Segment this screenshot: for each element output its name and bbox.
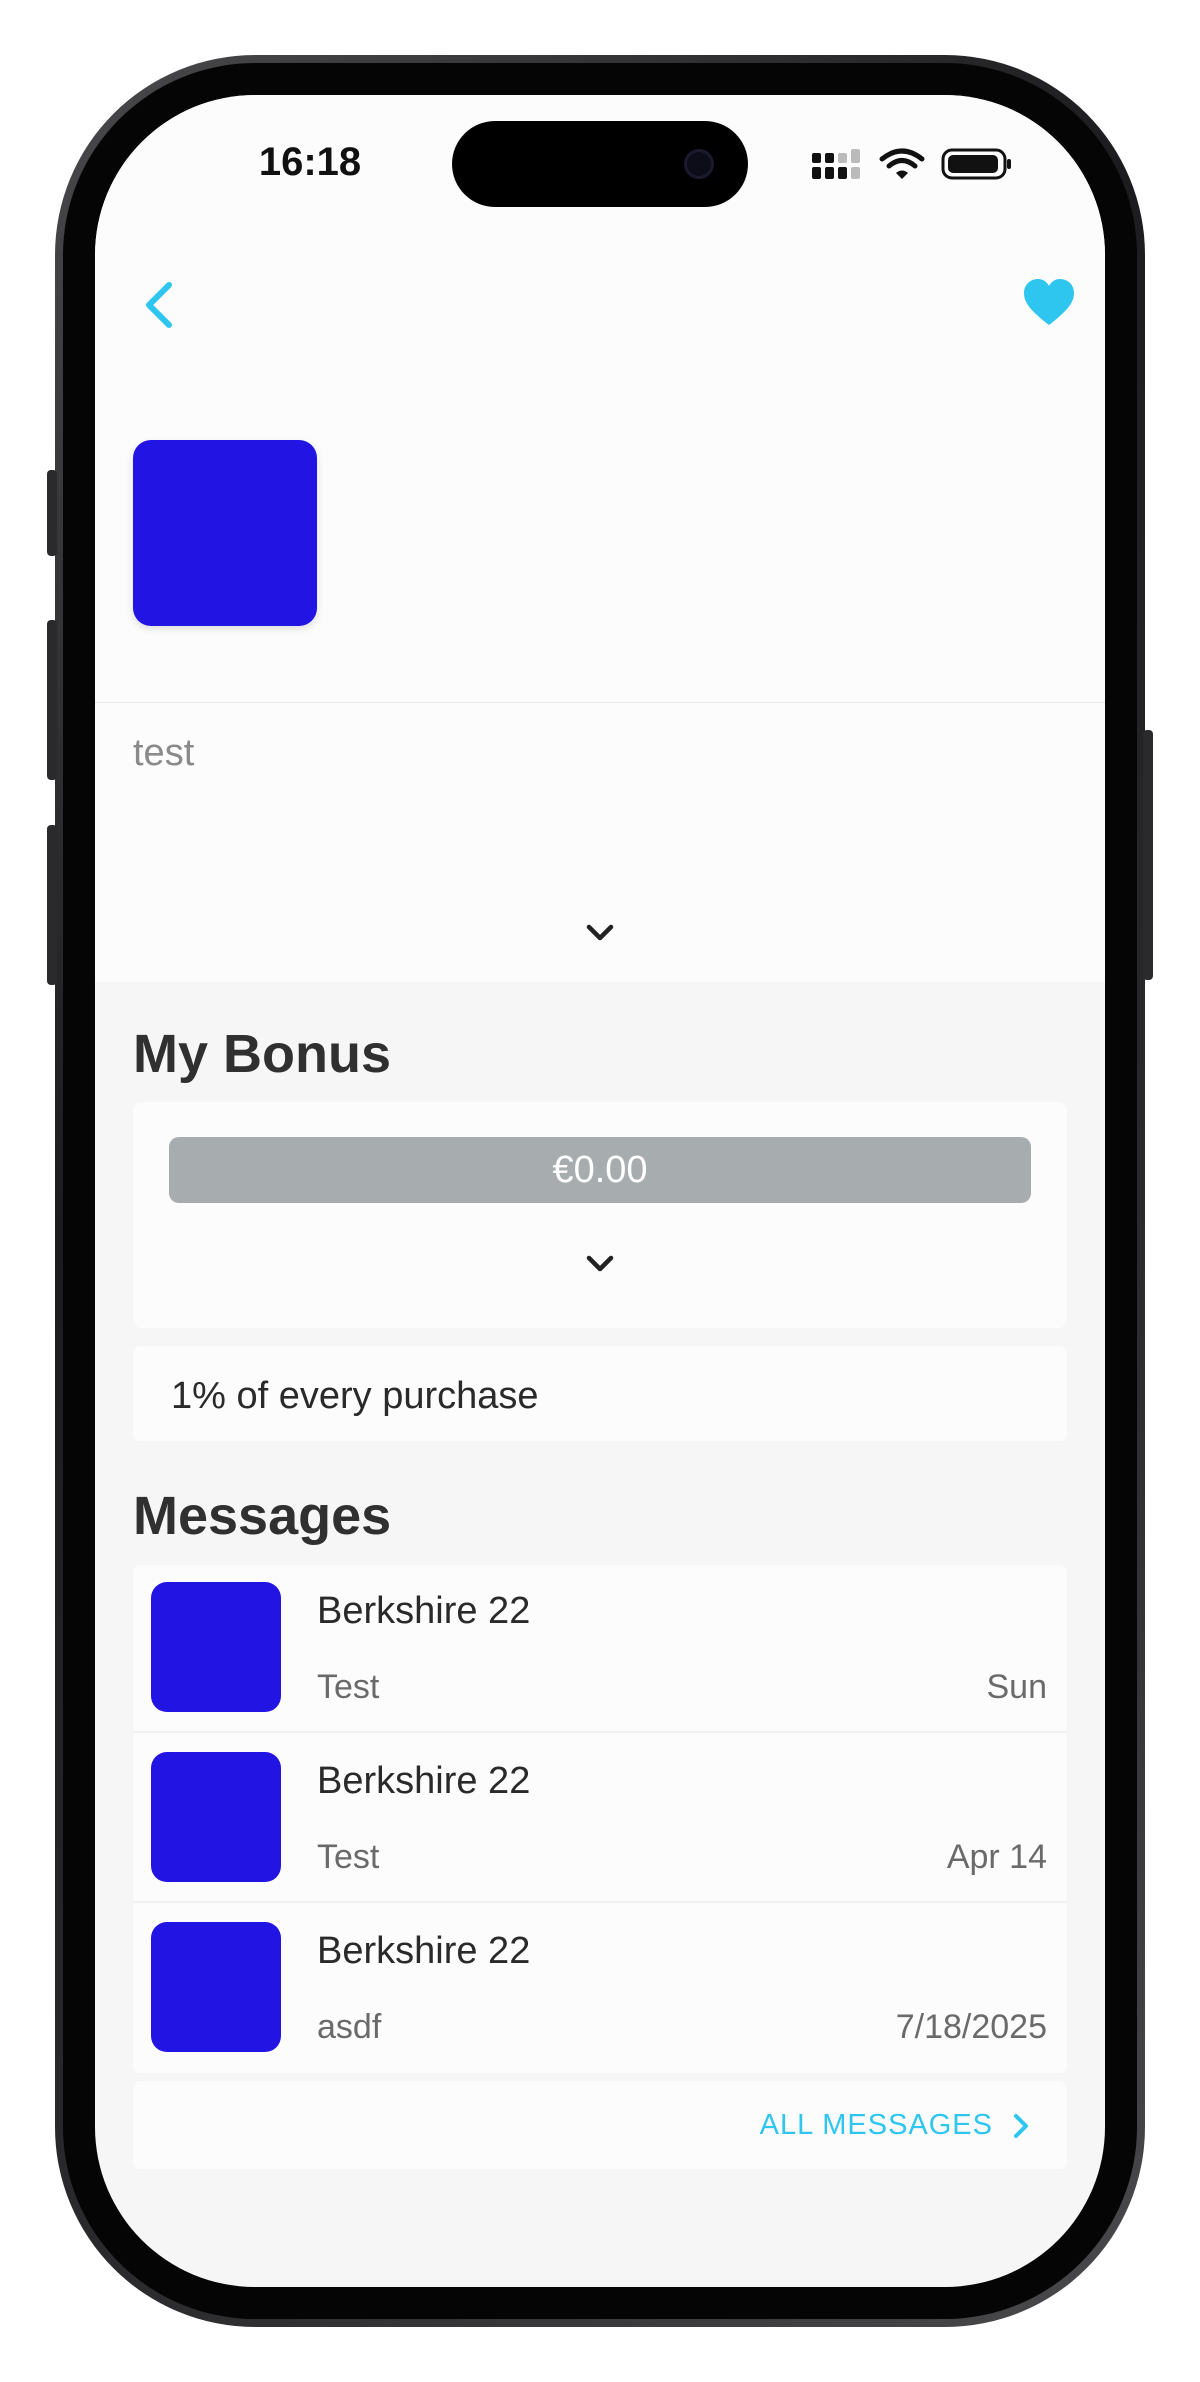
status-time: 16:18 <box>258 140 362 184</box>
message-item[interactable]: Berkshire 22 Test Apr 14 <box>133 1735 1067 1903</box>
sender-avatar <box>151 1922 281 2052</box>
chevron-down-icon <box>586 924 614 941</box>
messages-list: Berkshire 22 Test Sun Berkshire 22 Test … <box>133 1565 1067 2073</box>
expand-bonus-button[interactable] <box>570 1244 630 1284</box>
sender-avatar <box>151 1582 281 1712</box>
message-item[interactable]: Berkshire 22 Test Sun <box>133 1565 1067 1733</box>
battery-icon <box>941 148 1011 180</box>
message-sender: Berkshire 22 <box>317 1930 531 1972</box>
message-preview: asdf <box>317 2008 382 2046</box>
camera-icon <box>684 149 714 179</box>
back-button[interactable] <box>137 275 181 335</box>
side-button-action <box>47 470 57 556</box>
row-divider <box>133 1731 1067 1733</box>
side-button-volume-up <box>47 620 57 780</box>
side-button-volume-down <box>47 825 57 985</box>
message-item[interactable]: Berkshire 22 asdf 7/18/2025 <box>133 1905 1067 2073</box>
sender-avatar <box>151 1752 281 1882</box>
message-sender: Berkshire 22 <box>317 1590 531 1632</box>
expand-description-button[interactable] <box>570 913 630 953</box>
bonus-balance: €0.00 <box>169 1137 1031 1203</box>
all-messages-button[interactable]: ALL MESSAGES <box>760 2109 1031 2142</box>
app-screen: 16:18 test My Bonus €0.00 1% of every pu… <box>95 95 1105 2287</box>
all-messages-card: ALL MESSAGES <box>133 2081 1067 2169</box>
message-date: Apr 14 <box>946 1838 1047 1876</box>
message-sender: Berkshire 22 <box>317 1760 531 1802</box>
dynamic-island <box>452 121 748 207</box>
all-messages-label: ALL MESSAGES <box>759 2109 993 2141</box>
message-date: Sun <box>986 1668 1048 1706</box>
cellular-signal-icon <box>812 149 860 179</box>
bonus-section-title: My Bonus <box>133 1024 392 1084</box>
favorite-button[interactable] <box>1021 275 1077 331</box>
store-logo <box>133 440 317 626</box>
bonus-rate-text: 1% of every purchase <box>171 1375 539 1417</box>
message-date: 7/18/2025 <box>895 2008 1047 2046</box>
divider <box>95 702 1105 703</box>
wifi-icon <box>879 148 925 179</box>
bonus-rate-card: 1% of every purchase <box>133 1346 1067 1441</box>
chevron-left-icon <box>146 282 172 328</box>
status-icons <box>811 147 1013 181</box>
side-button-power <box>1143 730 1153 980</box>
message-preview: Test <box>317 1838 380 1876</box>
message-preview: Test <box>317 1668 380 1706</box>
store-header-area: 16:18 test <box>95 95 1105 982</box>
bonus-card: €0.00 <box>133 1102 1067 1328</box>
chevron-right-icon <box>1014 2113 1028 2138</box>
store-description: test <box>133 732 195 774</box>
messages-section-title: Messages <box>133 1486 392 1546</box>
row-divider <box>133 1901 1067 1903</box>
chevron-down-icon <box>586 1255 614 1272</box>
heart-icon <box>1024 279 1074 325</box>
